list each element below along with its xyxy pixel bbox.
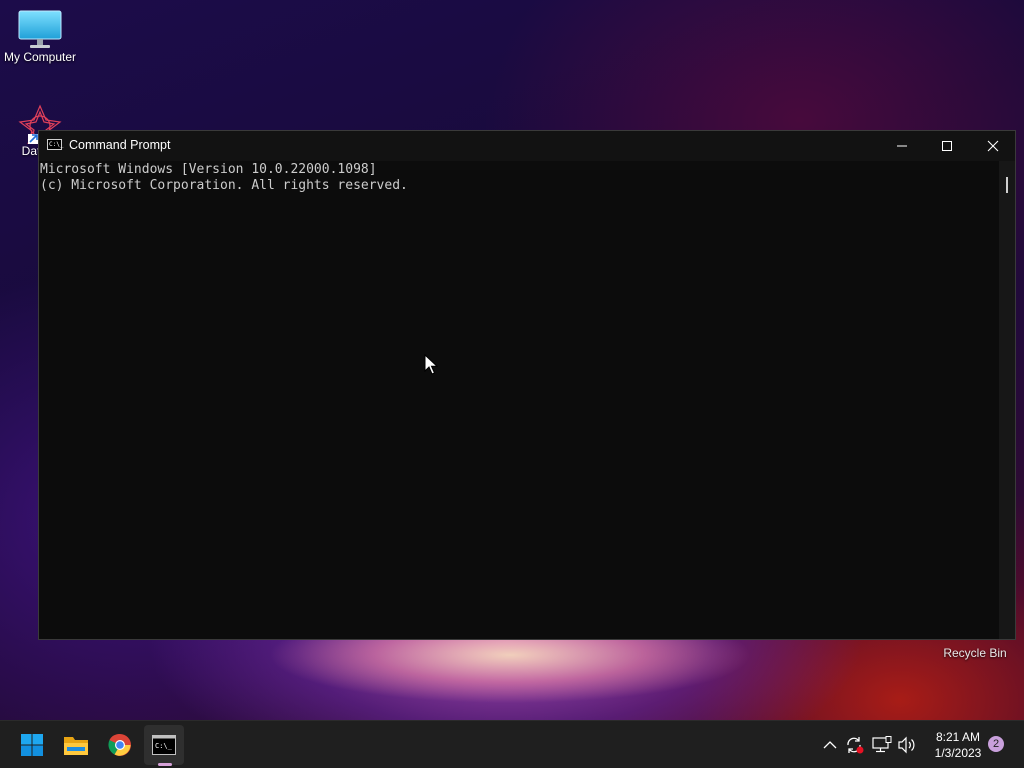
- sync-status-button[interactable]: [844, 733, 866, 757]
- console-line: (c) Microsoft Corporation. All rights re…: [40, 178, 408, 193]
- windows-start-icon: [21, 734, 43, 756]
- clock-time: 8:21 AM: [935, 730, 981, 744]
- sync-icon: [847, 737, 864, 754]
- show-hidden-icons-button[interactable]: [820, 733, 840, 757]
- console-line: Microsoft Windows [Version 10.0.22000.10…: [40, 162, 377, 177]
- start-button[interactable]: [12, 725, 52, 765]
- close-button[interactable]: [970, 131, 1016, 161]
- taskbar-chrome[interactable]: [100, 725, 140, 765]
- file-explorer-icon: [64, 737, 88, 755]
- command-prompt-icon: C:\_: [47, 139, 64, 150]
- maximize-icon: [942, 141, 952, 151]
- volume-button[interactable]: [896, 733, 918, 757]
- minimize-button[interactable]: [879, 131, 925, 161]
- command-prompt-icon: C:\_: [152, 735, 176, 755]
- chrome-icon: [108, 733, 131, 756]
- minimize-icon: [897, 145, 907, 147]
- window-titlebar[interactable]: C:\_ Command Prompt: [39, 131, 1015, 161]
- close-icon: [987, 140, 999, 152]
- svg-text:C:\_: C:\_: [155, 742, 173, 750]
- active-app-indicator: [158, 763, 172, 766]
- mouse-pointer-icon: [424, 354, 438, 375]
- maximize-button[interactable]: [924, 131, 970, 161]
- volume-icon: [898, 736, 915, 754]
- taskbar-file-explorer[interactable]: [56, 725, 96, 765]
- taskbar-command-prompt[interactable]: C:\_: [144, 725, 184, 765]
- scrollbar-thumb[interactable]: [1006, 177, 1008, 193]
- network-icon: [872, 736, 892, 753]
- monitor-icon: [18, 10, 62, 48]
- scrollbar[interactable]: [999, 161, 1015, 639]
- console-output[interactable]: Microsoft Windows [Version 10.0.22000.10…: [39, 161, 999, 639]
- desktop-icon-label: My Computer: [3, 50, 77, 64]
- network-status-button[interactable]: [870, 733, 894, 757]
- desktop-background: My Computer DataW Recycle Bin C:\_ Comma…: [0, 0, 1024, 720]
- window-title: Command Prompt: [69, 138, 171, 152]
- notification-badge[interactable]: 2: [988, 736, 1004, 752]
- command-prompt-window[interactable]: C:\_ Command Prompt Microsoft Windows [V…: [38, 130, 1016, 640]
- clock-date: 1/3/2023: [934, 746, 982, 760]
- chevron-up-icon: [823, 741, 837, 749]
- desktop-icon-my-computer[interactable]: My Computer: [0, 10, 80, 64]
- taskbar-clock[interactable]: 8:21 AM 1/3/2023: [922, 729, 994, 761]
- taskbar: C:\_ 8:21 AM 1/3/2023: [0, 720, 1024, 768]
- recycle-bin-label[interactable]: Recycle Bin: [930, 646, 1020, 660]
